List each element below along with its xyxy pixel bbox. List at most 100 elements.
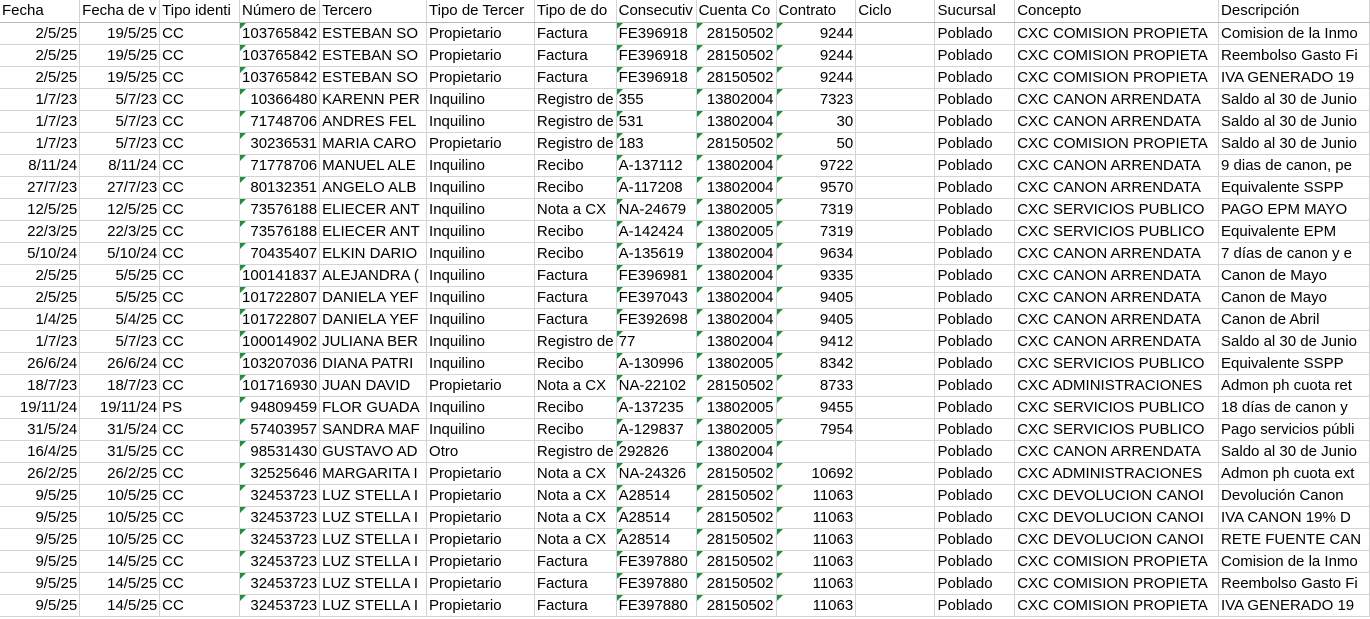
- cell-tipo-tercero[interactable]: Inquilino: [426, 220, 535, 243]
- cell-fecha-vencimiento[interactable]: 5/7/23: [79, 330, 161, 353]
- header-cell-cuenta-contable[interactable]: Cuenta Co: [696, 0, 777, 23]
- header-cell-contrato[interactable]: Contrato: [776, 0, 857, 23]
- cell-tipo-documento[interactable]: Nota a CX: [534, 462, 617, 485]
- cell-contrato[interactable]: 50: [776, 132, 857, 155]
- cell-tipo-identificacion[interactable]: CC: [159, 462, 241, 485]
- cell-consecutivo[interactable]: A-129837: [616, 418, 697, 441]
- cell-cuenta-contable[interactable]: 13802005: [696, 418, 777, 441]
- cell-fecha[interactable]: 31/5/24: [0, 418, 81, 441]
- cell-sucursal[interactable]: Poblado: [934, 330, 1016, 353]
- cell-tercero[interactable]: ELIECER ANT: [319, 198, 428, 221]
- cell-descripcion[interactable]: Canon de Abril: [1218, 308, 1370, 331]
- cell-tipo-documento[interactable]: Factura: [534, 22, 617, 45]
- cell-tercero[interactable]: FLOR GUADA: [319, 396, 428, 419]
- cell-contrato[interactable]: 7323: [776, 88, 857, 111]
- cell-cuenta-contable[interactable]: 13802005: [696, 198, 777, 221]
- cell-descripcion[interactable]: 18 días de canon y: [1218, 396, 1370, 419]
- cell-contrato[interactable]: 7954: [776, 418, 857, 441]
- cell-tipo-documento[interactable]: Factura: [534, 308, 617, 331]
- cell-tercero[interactable]: MARIA CARO: [319, 132, 428, 155]
- cell-cuenta-contable[interactable]: 13802005: [696, 352, 777, 375]
- cell-tipo-identificacion[interactable]: CC: [159, 484, 241, 507]
- header-cell-concepto[interactable]: Concepto: [1014, 0, 1220, 23]
- cell-tipo-identificacion[interactable]: CC: [159, 22, 241, 45]
- cell-numero-documento[interactable]: 10366480: [239, 88, 321, 111]
- cell-consecutivo[interactable]: 77: [616, 330, 697, 353]
- header-cell-tipo-documento[interactable]: Tipo de do: [534, 0, 617, 23]
- cell-sucursal[interactable]: Poblado: [934, 396, 1016, 419]
- cell-tipo-identificacion[interactable]: CC: [159, 440, 241, 463]
- cell-cuenta-contable[interactable]: 13802004: [696, 330, 777, 353]
- cell-numero-documento[interactable]: 32453723: [239, 550, 321, 573]
- cell-numero-documento[interactable]: 101722807: [239, 286, 321, 309]
- cell-cuenta-contable[interactable]: 28150502: [696, 484, 777, 507]
- cell-tipo-identificacion[interactable]: CC: [159, 132, 241, 155]
- cell-sucursal[interactable]: Poblado: [934, 154, 1016, 177]
- cell-descripcion[interactable]: IVA GENERADO 19: [1218, 66, 1370, 89]
- cell-consecutivo[interactable]: FE397880: [616, 572, 697, 595]
- cell-tipo-tercero[interactable]: Inquilino: [426, 308, 535, 331]
- cell-tipo-tercero[interactable]: Propietario: [426, 462, 535, 485]
- cell-numero-documento[interactable]: 32453723: [239, 528, 321, 551]
- cell-concepto[interactable]: CXC DEVOLUCION CANOI: [1014, 528, 1220, 551]
- cell-descripcion[interactable]: Comision de la Inmo: [1218, 22, 1370, 45]
- cell-sucursal[interactable]: Poblado: [934, 88, 1016, 111]
- cell-sucursal[interactable]: Poblado: [934, 440, 1016, 463]
- cell-descripcion[interactable]: Canon de Mayo: [1218, 264, 1370, 287]
- cell-contrato[interactable]: 10692: [776, 462, 857, 485]
- cell-tipo-tercero[interactable]: Propietario: [426, 44, 535, 67]
- cell-descripcion[interactable]: Comision de la Inmo: [1218, 550, 1370, 573]
- cell-sucursal[interactable]: Poblado: [934, 264, 1016, 287]
- cell-cuenta-contable[interactable]: 28150502: [696, 594, 777, 617]
- cell-descripcion[interactable]: Pago servicios públi: [1218, 418, 1370, 441]
- cell-fecha-vencimiento[interactable]: 19/11/24: [79, 396, 161, 419]
- cell-sucursal[interactable]: Poblado: [934, 374, 1016, 397]
- cell-tercero[interactable]: ESTEBAN SO: [319, 22, 428, 45]
- cell-descripcion[interactable]: Admon ph cuota ext: [1218, 462, 1370, 485]
- cell-contrato[interactable]: 9412: [776, 330, 857, 353]
- header-cell-fecha-vencimiento[interactable]: Fecha de v: [79, 0, 161, 23]
- cell-tipo-identificacion[interactable]: CC: [159, 528, 241, 551]
- cell-fecha[interactable]: 9/5/25: [0, 572, 81, 595]
- cell-descripcion[interactable]: Canon de Mayo: [1218, 286, 1370, 309]
- cell-tipo-tercero[interactable]: Inquilino: [426, 242, 535, 265]
- cell-concepto[interactable]: CXC DEVOLUCION CANOI: [1014, 484, 1220, 507]
- cell-tercero[interactable]: LUZ STELLA I: [319, 528, 428, 551]
- cell-tercero[interactable]: LUZ STELLA I: [319, 506, 428, 529]
- cell-concepto[interactable]: CXC COMISION PROPIETA: [1014, 550, 1220, 573]
- cell-concepto[interactable]: CXC ADMINISTRACIONES: [1014, 374, 1220, 397]
- cell-consecutivo[interactable]: 183: [616, 132, 697, 155]
- cell-consecutivo[interactable]: FE396918: [616, 44, 697, 67]
- cell-contrato[interactable]: 11063: [776, 550, 857, 573]
- cell-tipo-documento[interactable]: Recibo: [534, 418, 617, 441]
- cell-tipo-tercero[interactable]: Inquilino: [426, 110, 535, 133]
- cell-tipo-tercero[interactable]: Propietario: [426, 594, 535, 617]
- cell-cuenta-contable[interactable]: 13802004: [696, 308, 777, 331]
- cell-fecha[interactable]: 26/6/24: [0, 352, 81, 375]
- cell-fecha-vencimiento[interactable]: 31/5/24: [79, 418, 161, 441]
- cell-descripcion[interactable]: Saldo al 30 de Junio: [1218, 88, 1370, 111]
- cell-tipo-documento[interactable]: Registro de: [534, 110, 617, 133]
- cell-sucursal[interactable]: Poblado: [934, 308, 1016, 331]
- header-cell-tercero[interactable]: Tercero: [319, 0, 428, 23]
- cell-numero-documento[interactable]: 80132351: [239, 176, 321, 199]
- cell-descripcion[interactable]: Reembolso Gasto Fi: [1218, 572, 1370, 595]
- cell-consecutivo[interactable]: A-117208: [616, 176, 697, 199]
- cell-sucursal[interactable]: Poblado: [934, 242, 1016, 265]
- cell-contrato[interactable]: 9570: [776, 176, 857, 199]
- cell-contrato[interactable]: 7319: [776, 198, 857, 221]
- cell-tipo-documento[interactable]: Recibo: [534, 176, 617, 199]
- cell-fecha[interactable]: 2/5/25: [0, 66, 81, 89]
- cell-tipo-identificacion[interactable]: CC: [159, 286, 241, 309]
- cell-contrato[interactable]: 11063: [776, 506, 857, 529]
- cell-tercero[interactable]: LUZ STELLA I: [319, 484, 428, 507]
- cell-ciclo[interactable]: [855, 374, 936, 397]
- cell-tercero[interactable]: LUZ STELLA I: [319, 550, 428, 573]
- cell-fecha[interactable]: 1/4/25: [0, 308, 81, 331]
- cell-tipo-identificacion[interactable]: PS: [159, 396, 241, 419]
- cell-fecha-vencimiento[interactable]: 10/5/25: [79, 506, 161, 529]
- cell-sucursal[interactable]: Poblado: [934, 352, 1016, 375]
- cell-numero-documento[interactable]: 103765842: [239, 44, 321, 67]
- cell-numero-documento[interactable]: 73576188: [239, 198, 321, 221]
- cell-fecha[interactable]: 1/7/23: [0, 88, 81, 111]
